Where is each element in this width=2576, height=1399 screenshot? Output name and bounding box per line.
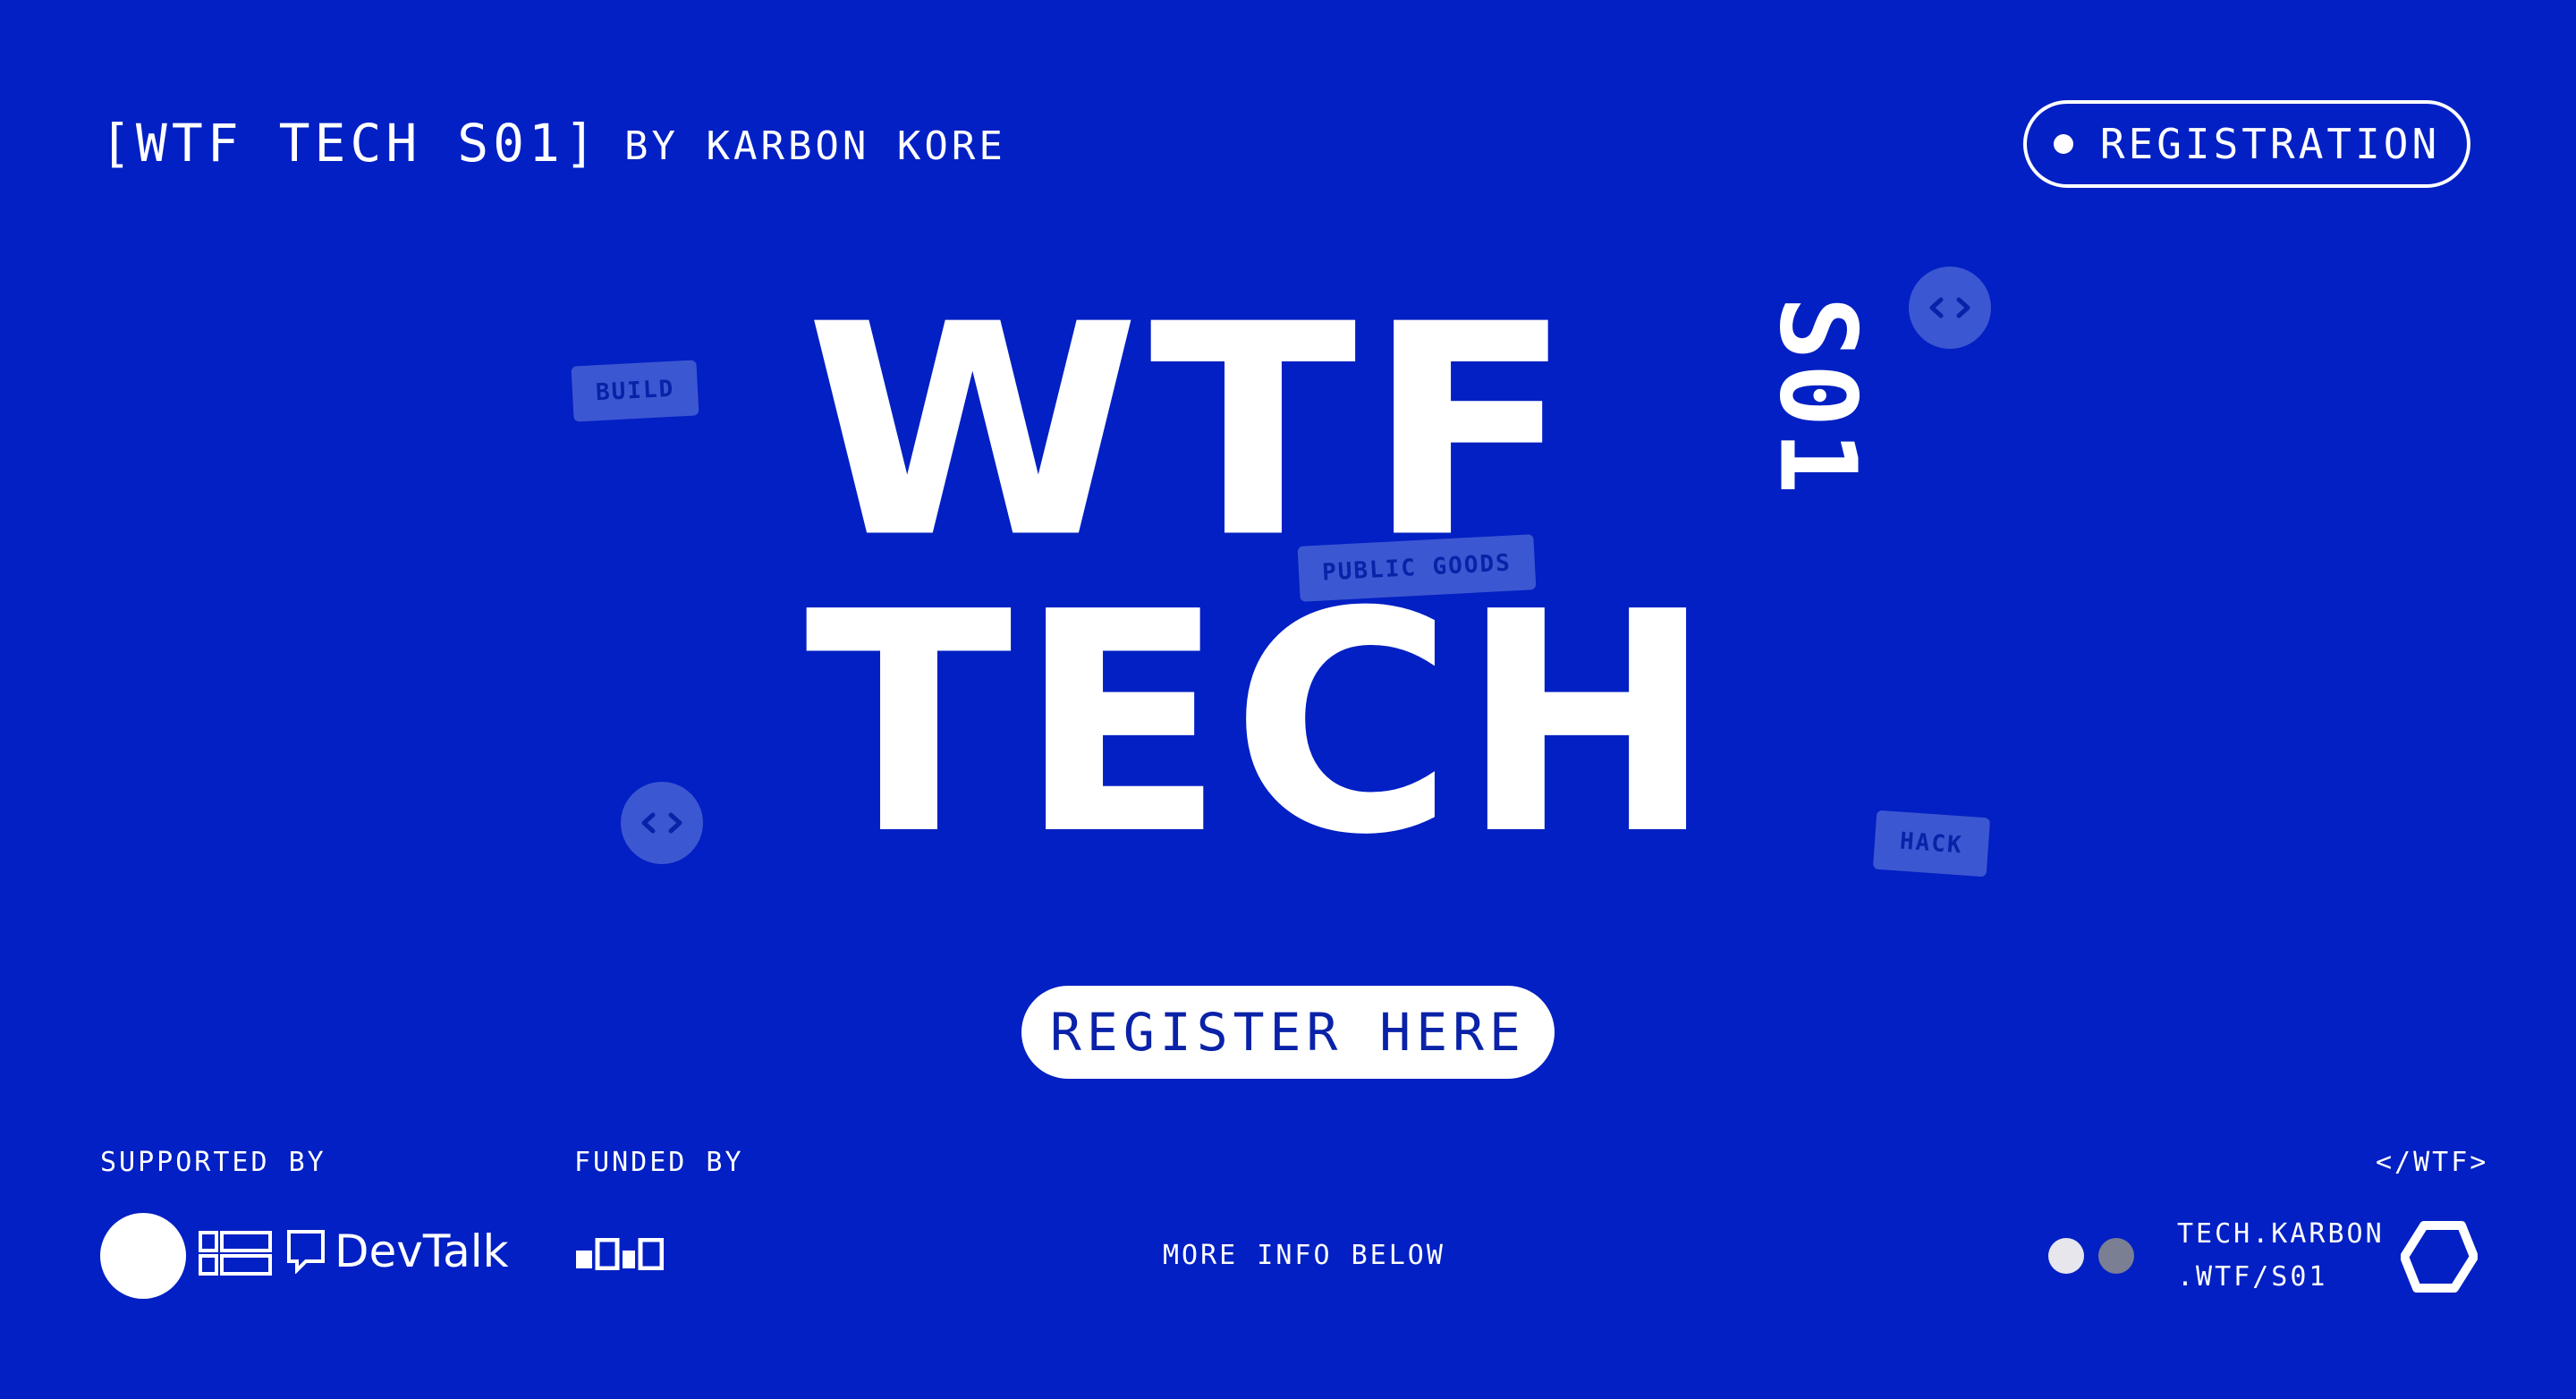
karbon-url-line1[interactable]: TECH.KARBON [2177, 1218, 2385, 1250]
tag-build: BUILD [571, 360, 699, 422]
season-label: S01 [1756, 296, 1880, 498]
supported-by-label: SUPPORTED BY [100, 1147, 326, 1178]
code-brackets-icon [641, 812, 682, 834]
tag-hack: HACK [1872, 810, 1990, 878]
devtalk-icon [287, 1230, 325, 1274]
funded-by-label: FUNDED BY [574, 1147, 744, 1178]
code-brackets-icon [1929, 297, 1970, 318]
devtalk-label: DevTalk [335, 1225, 509, 1277]
register-here-label: REGISTER HERE [1050, 1002, 1526, 1063]
sound-beyond-screen-logo [100, 1213, 186, 1299]
code-icon [1909, 267, 1991, 349]
sponsor-logo [199, 1231, 274, 1279]
byline: BY KARBON KORE [624, 123, 1006, 169]
funder-logo [576, 1237, 665, 1274]
registration-label: REGISTRATION [2099, 120, 2441, 168]
hero-title-tech: TECH [805, 547, 1720, 902]
devtalk-logo: DevTalk [286, 1225, 509, 1277]
event-code-title: [WTF TECH S01] [100, 113, 600, 174]
register-here-button[interactable]: REGISTER HERE [1021, 986, 1555, 1079]
wtf-close-tag: </WTF> [2376, 1147, 2489, 1178]
registration-button[interactable]: REGISTRATION [2023, 100, 2470, 188]
code-icon [621, 782, 703, 864]
dot-icon [2053, 134, 2073, 154]
more-info-link[interactable]: MORE INFO BELOW [1163, 1240, 1445, 1271]
toggle-dot-light[interactable] [2048, 1238, 2084, 1274]
hero-title-wtf: WTF [805, 262, 1583, 603]
toggle-dot-dark[interactable] [2098, 1238, 2134, 1274]
karbon-url-line2[interactable]: .WTF/S01 [2177, 1261, 2328, 1293]
karbon-hex-logo-icon [2400, 1218, 2479, 1299]
